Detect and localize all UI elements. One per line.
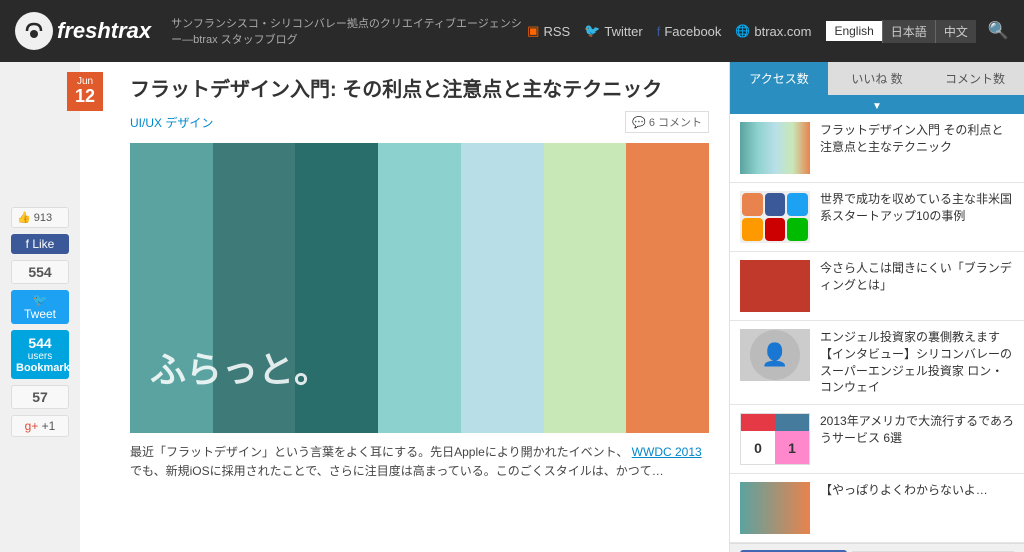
social-sidebar: 👍 913 f Like 554 🐦 Tweet 544 users Bookm… [0, 62, 80, 552]
logo-icon [15, 12, 53, 50]
color-strip-5 [461, 143, 544, 433]
twitter-icon: 🐦 [584, 23, 600, 39]
sidebar-item-5-title: 2013年アメリカで大流行するであろうサービス 6選 [820, 413, 1014, 447]
logo-text: freshtrax [57, 18, 151, 44]
tagline: サンフランシスコ・シリコンバレー拠点のクリエイティブエージェンシー—btrax … [171, 15, 527, 47]
sidebar-item-4-title: エンジェル投資家の裏側教えます【インタビュー】シリコンバレーのスーパーエンジェル… [820, 329, 1014, 396]
sidebar-thumb-5: 0 1 [740, 413, 810, 465]
article-hero-container: ふらっと。 [130, 143, 709, 433]
sidebar-item-6-title: 【やっぱりよくわからないよ… [820, 482, 988, 499]
sidebar-item-3-title: 今さら人こは聞きにくい「ブランディングとは」 [820, 260, 1014, 294]
sidebar-item-2-title: 世界で成功を収めている主な非米国系スタートアップ10の事例 [820, 191, 1014, 225]
color-strip-4 [378, 143, 461, 433]
recommend-bar: 👍 Recommend [730, 543, 1024, 552]
comment-badge[interactable]: 💬 6 コメント [625, 111, 709, 133]
sidebar-thumb-6 [740, 482, 810, 534]
sidebar-thumb-4: 👤 [740, 329, 810, 381]
twitter-link[interactable]: 🐦 Twitter [584, 23, 642, 39]
sidebar-item-3[interactable]: 今さら人こは聞きにくい「ブランディングとは」 [730, 252, 1024, 321]
gplus-btn[interactable]: g+ +1 [11, 415, 69, 437]
hero-text-overlay: ふらっと。 [150, 341, 330, 393]
sidebar-item-6[interactable]: 【やっぱりよくわからないよ… [730, 474, 1024, 543]
like-count[interactable]: 👍 913 [11, 207, 69, 228]
btrax-link[interactable]: 🌐 btrax.com [735, 24, 811, 39]
gplus-icon: g+ [25, 419, 39, 433]
header: freshtrax サンフランシスコ・シリコンバレー拠点のクリエイティブエージェ… [0, 0, 1024, 62]
nav-links: ▣ RSS 🐦 Twitter f Facebook 🌐 btrax.com [527, 23, 811, 39]
tweet-btn[interactable]: 🐦 Tweet [11, 290, 69, 324]
sidebar-item-1[interactable]: フラットデザイン入門 その利点と注意点と主なテクニック [730, 114, 1024, 183]
rss-icon: ▣ [527, 23, 539, 39]
sidebar-thumb-2 [740, 191, 810, 243]
date-day: 12 [67, 87, 103, 107]
sidebar-thumb-3 [740, 260, 810, 312]
sidebar-thumb-1 [740, 122, 810, 174]
sidebar-item-2[interactable]: 世界で成功を収めている主な非米国系スタートアップ10の事例 [730, 183, 1024, 252]
plus-count: 57 [11, 385, 69, 409]
tab-access[interactable]: アクセス数 [730, 62, 828, 95]
sidebar-tabs: アクセス数 いいね 数 コメント数 [730, 62, 1024, 95]
rss-link[interactable]: ▣ RSS [527, 23, 570, 39]
facebook-like-btn[interactable]: f Like [11, 234, 69, 254]
sidebar-item-4[interactable]: 👤 エンジェル投資家の裏側教えます【インタビュー】シリコンバレーのスーパーエンジ… [730, 321, 1024, 405]
search-icon[interactable]: 🔍 [988, 21, 1009, 41]
sidebar-item-5[interactable]: 0 1 2013年アメリカで大流行するであろうサービス 6選 [730, 405, 1024, 474]
color-strip-7 [626, 143, 709, 433]
share-count: 554 [11, 260, 69, 284]
article-title: フラットデザイン入門: その利点と注意点と主なテクニック [130, 77, 709, 103]
lang-japanese[interactable]: 日本語 [882, 20, 935, 43]
lang-switcher: English 日本語 中文 [826, 20, 975, 43]
fb-icon: f [26, 237, 29, 251]
sidebar-item-1-title: フラットデザイン入門 その利点と注意点と主なテクニック [820, 122, 1014, 156]
tab-indicator: ▼ [730, 95, 1024, 114]
lang-chinese[interactable]: 中文 [935, 20, 976, 43]
right-sidebar: アクセス数 いいね 数 コメント数 ▼ フラットデザイン入門 その利点と注意点と… [729, 62, 1024, 552]
tab-comments[interactable]: コメント数 [926, 62, 1024, 95]
date-badge: Jun 12 [67, 72, 103, 111]
content-area: フラットデザイン入門: その利点と注意点と主なテクニック UI/UX デザイン … [80, 62, 729, 552]
twitter-bird-icon: 🐦 [33, 293, 48, 307]
article-meta: UI/UX デザイン 💬 6 コメント [130, 111, 709, 133]
color-strip-6 [544, 143, 627, 433]
facebook-link[interactable]: f Facebook [657, 24, 722, 39]
main: 👍 913 f Like 554 🐦 Tweet 544 users Bookm… [0, 62, 1024, 552]
thumb-up-icon: 👍 [17, 211, 31, 224]
bookmark-btn[interactable]: 544 users Bookmark [11, 330, 69, 379]
comment-icon: 💬 [632, 116, 646, 129]
article-category[interactable]: UI/UX デザイン [130, 114, 213, 131]
wwdc-link[interactable]: WWDC 2013 [632, 445, 702, 459]
tab-likes[interactable]: いいね 数 [828, 62, 926, 95]
globe-icon: 🌐 [735, 24, 750, 38]
logo-area: freshtrax [15, 12, 151, 50]
article-body: 最近「フラットデザイン」という言葉をよく耳にする。先日Appleにより開かれたイ… [130, 443, 709, 481]
facebook-icon: f [657, 24, 661, 39]
lang-english[interactable]: English [826, 21, 881, 41]
